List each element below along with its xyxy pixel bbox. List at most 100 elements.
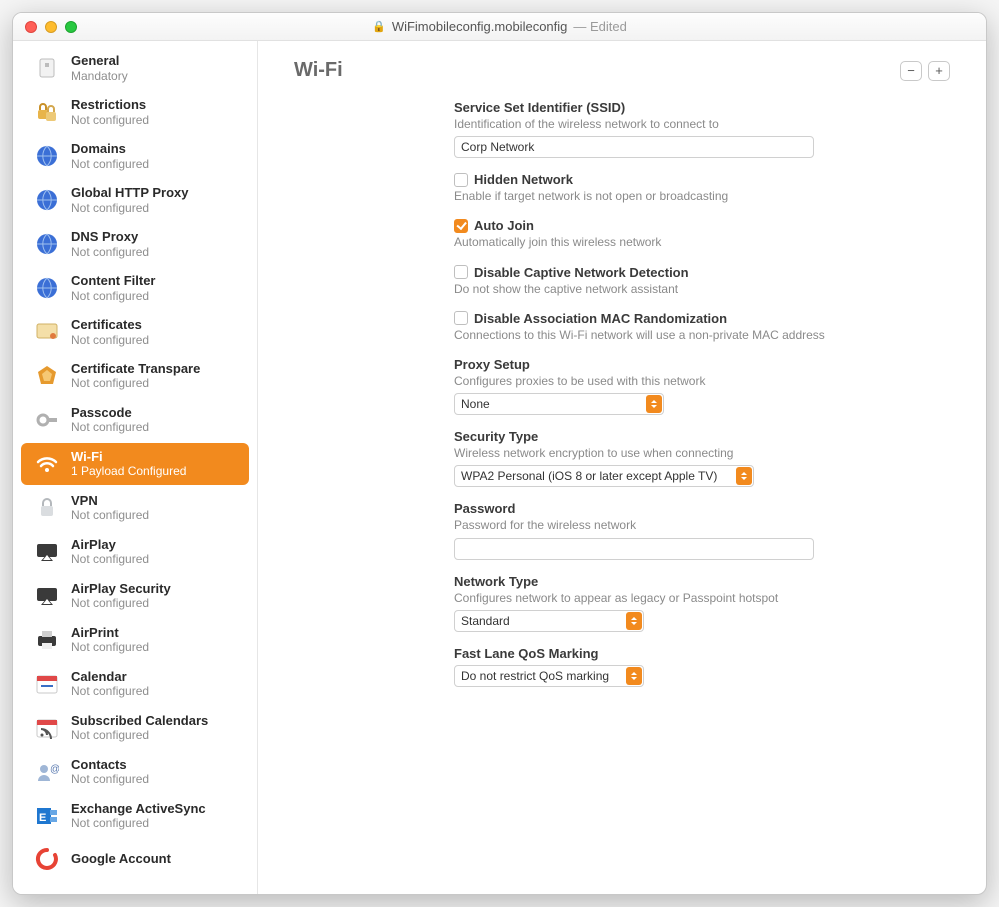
field-network-type: Network Type Configures network to appea… [454,574,874,632]
sidebar-item-exchange[interactable]: EExchange ActiveSyncNot configured [21,795,249,837]
sidebar-item-label: Content Filter [71,273,156,289]
app-window: 🔒 WiFimobileconfig.mobileconfig — Edited… [12,12,987,895]
sidebar-item-passcode[interactable]: PasscodeNot configured [21,399,249,441]
sidebar-item-sub: Not configured [71,772,149,786]
remove-payload-button[interactable]: − [900,61,922,81]
sidebar-item-label: VPN [71,493,149,509]
mac-randomization-label: Disable Association MAC Randomization [474,311,727,326]
sidebar-item-content-filter[interactable]: Content FilterNot configured [21,267,249,309]
svg-text:E: E [39,812,46,824]
sidebar-item-google[interactable]: Google Account [21,839,249,879]
proxy-select[interactable] [454,393,664,415]
sidebar-item-wifi[interactable]: Wi-Fi1 Payload Configured [21,443,249,485]
qos-select[interactable] [454,665,644,687]
airplay-security-icon [33,582,61,610]
sidebar-item-label: General [71,53,128,69]
exchange-icon: E [33,802,61,830]
wifi-icon [33,450,61,478]
http-proxy-icon [33,186,61,214]
sidebar-item-airprint[interactable]: AirPrintNot configured [21,619,249,661]
security-select[interactable] [454,465,754,487]
sidebar-item-label: Calendar [71,669,149,685]
sidebar-item-contacts[interactable]: @ContactsNot configured [21,751,249,793]
sidebar-item-domains[interactable]: DomainsNot configured [21,135,249,177]
hidden-network-checkbox[interactable] [454,173,468,187]
cert-transparency-icon [33,362,61,390]
captive-checkbox[interactable] [454,265,468,279]
main-panel: Wi-Fi − + Service Set Identifier (SSID) … [258,41,986,894]
network-type-select[interactable] [454,610,644,632]
field-password: Password Password for the wireless netwo… [454,501,874,559]
sidebar-item-calendar[interactable]: CalendarNot configured [21,663,249,705]
sidebar-item-sub: Not configured [71,508,149,522]
close-window-button[interactable] [25,21,37,33]
dns-proxy-icon [33,230,61,258]
maximize-window-button[interactable] [65,21,77,33]
window-edited-indicator: — Edited [573,19,626,34]
sidebar-item-general[interactable]: GeneralMandatory [21,47,249,89]
sidebar-item-label: AirPrint [71,625,149,641]
sidebar-item-restrictions[interactable]: RestrictionsNot configured [21,91,249,133]
password-desc: Password for the wireless network [454,517,874,533]
network-type-desc: Configures network to appear as legacy o… [454,590,874,606]
sidebar[interactable]: GeneralMandatoryRestrictionsNot configur… [13,41,258,894]
auto-join-checkbox[interactable] [454,219,468,233]
window-title-text: WiFimobileconfig.mobileconfig [392,19,568,34]
sidebar-item-dns-proxy[interactable]: DNS ProxyNot configured [21,223,249,265]
sidebar-item-label: AirPlay [71,537,149,553]
add-payload-button[interactable]: + [928,61,950,81]
sidebar-item-sub: Not configured [71,245,149,259]
sidebar-item-cert-transparency[interactable]: Certificate TranspareNot configured [21,355,249,397]
sidebar-item-label: Restrictions [71,97,149,113]
sidebar-item-label: AirPlay Security [71,581,171,597]
airprint-icon [33,626,61,654]
sidebar-item-sub: Not configured [71,157,149,171]
auto-join-label: Auto Join [474,218,534,233]
ssid-input[interactable] [454,136,814,158]
airplay-icon [33,538,61,566]
field-auto-join: Auto Join Automatically join this wirele… [454,218,874,250]
minimize-window-button[interactable] [45,21,57,33]
sidebar-item-sub: Not configured [71,201,189,215]
main-header: Wi-Fi − + [294,59,950,82]
sidebar-item-sub: Not configured [71,684,149,698]
calendar-icon [33,670,61,698]
contacts-icon: @ [33,758,61,786]
google-icon [33,845,61,873]
proxy-label: Proxy Setup [454,357,874,372]
domains-icon [33,142,61,170]
password-input[interactable] [454,538,814,560]
mac-randomization-checkbox[interactable] [454,311,468,325]
sidebar-item-label: Subscribed Calendars [71,713,208,729]
qos-label: Fast Lane QoS Marking [454,646,874,661]
sidebar-item-sub: Not configured [71,552,149,566]
sidebar-item-subscribed-calendars[interactable]: Subscribed CalendarsNot configured [21,707,249,749]
ssid-label: Service Set Identifier (SSID) [454,100,874,115]
sidebar-item-airplay-security[interactable]: AirPlay SecurityNot configured [21,575,249,617]
wifi-form: Service Set Identifier (SSID) Identifica… [454,100,874,687]
sidebar-item-label: Wi-Fi [71,449,186,465]
passcode-icon [33,406,61,434]
sidebar-item-vpn[interactable]: VPNNot configured [21,487,249,529]
sidebar-item-sub: Not configured [71,420,149,434]
window-title: 🔒 WiFimobileconfig.mobileconfig — Edited [13,19,986,34]
sidebar-item-sub: Not configured [71,289,156,303]
sidebar-item-label: DNS Proxy [71,229,149,245]
sidebar-item-sub: Mandatory [71,69,128,83]
sidebar-item-airplay[interactable]: AirPlayNot configured [21,531,249,573]
field-captive: Disable Captive Network Detection Do not… [454,265,874,297]
network-type-label: Network Type [454,574,874,589]
vpn-icon [33,494,61,522]
titlebar: 🔒 WiFimobileconfig.mobileconfig — Edited [13,13,986,41]
sidebar-item-certificates[interactable]: CertificatesNot configured [21,311,249,353]
subscribed-calendars-icon [33,714,61,742]
sidebar-item-label: Passcode [71,405,149,421]
sidebar-item-http-proxy[interactable]: Global HTTP ProxyNot configured [21,179,249,221]
field-security: Security Type Wireless network encryptio… [454,429,874,487]
captive-desc: Do not show the captive network assistan… [454,281,874,297]
header-button-group: − + [900,61,950,81]
sidebar-item-label: Google Account [71,851,171,867]
sidebar-item-sub: Not configured [71,728,208,742]
sidebar-item-sub: 1 Payload Configured [71,464,186,478]
general-icon [33,54,61,82]
